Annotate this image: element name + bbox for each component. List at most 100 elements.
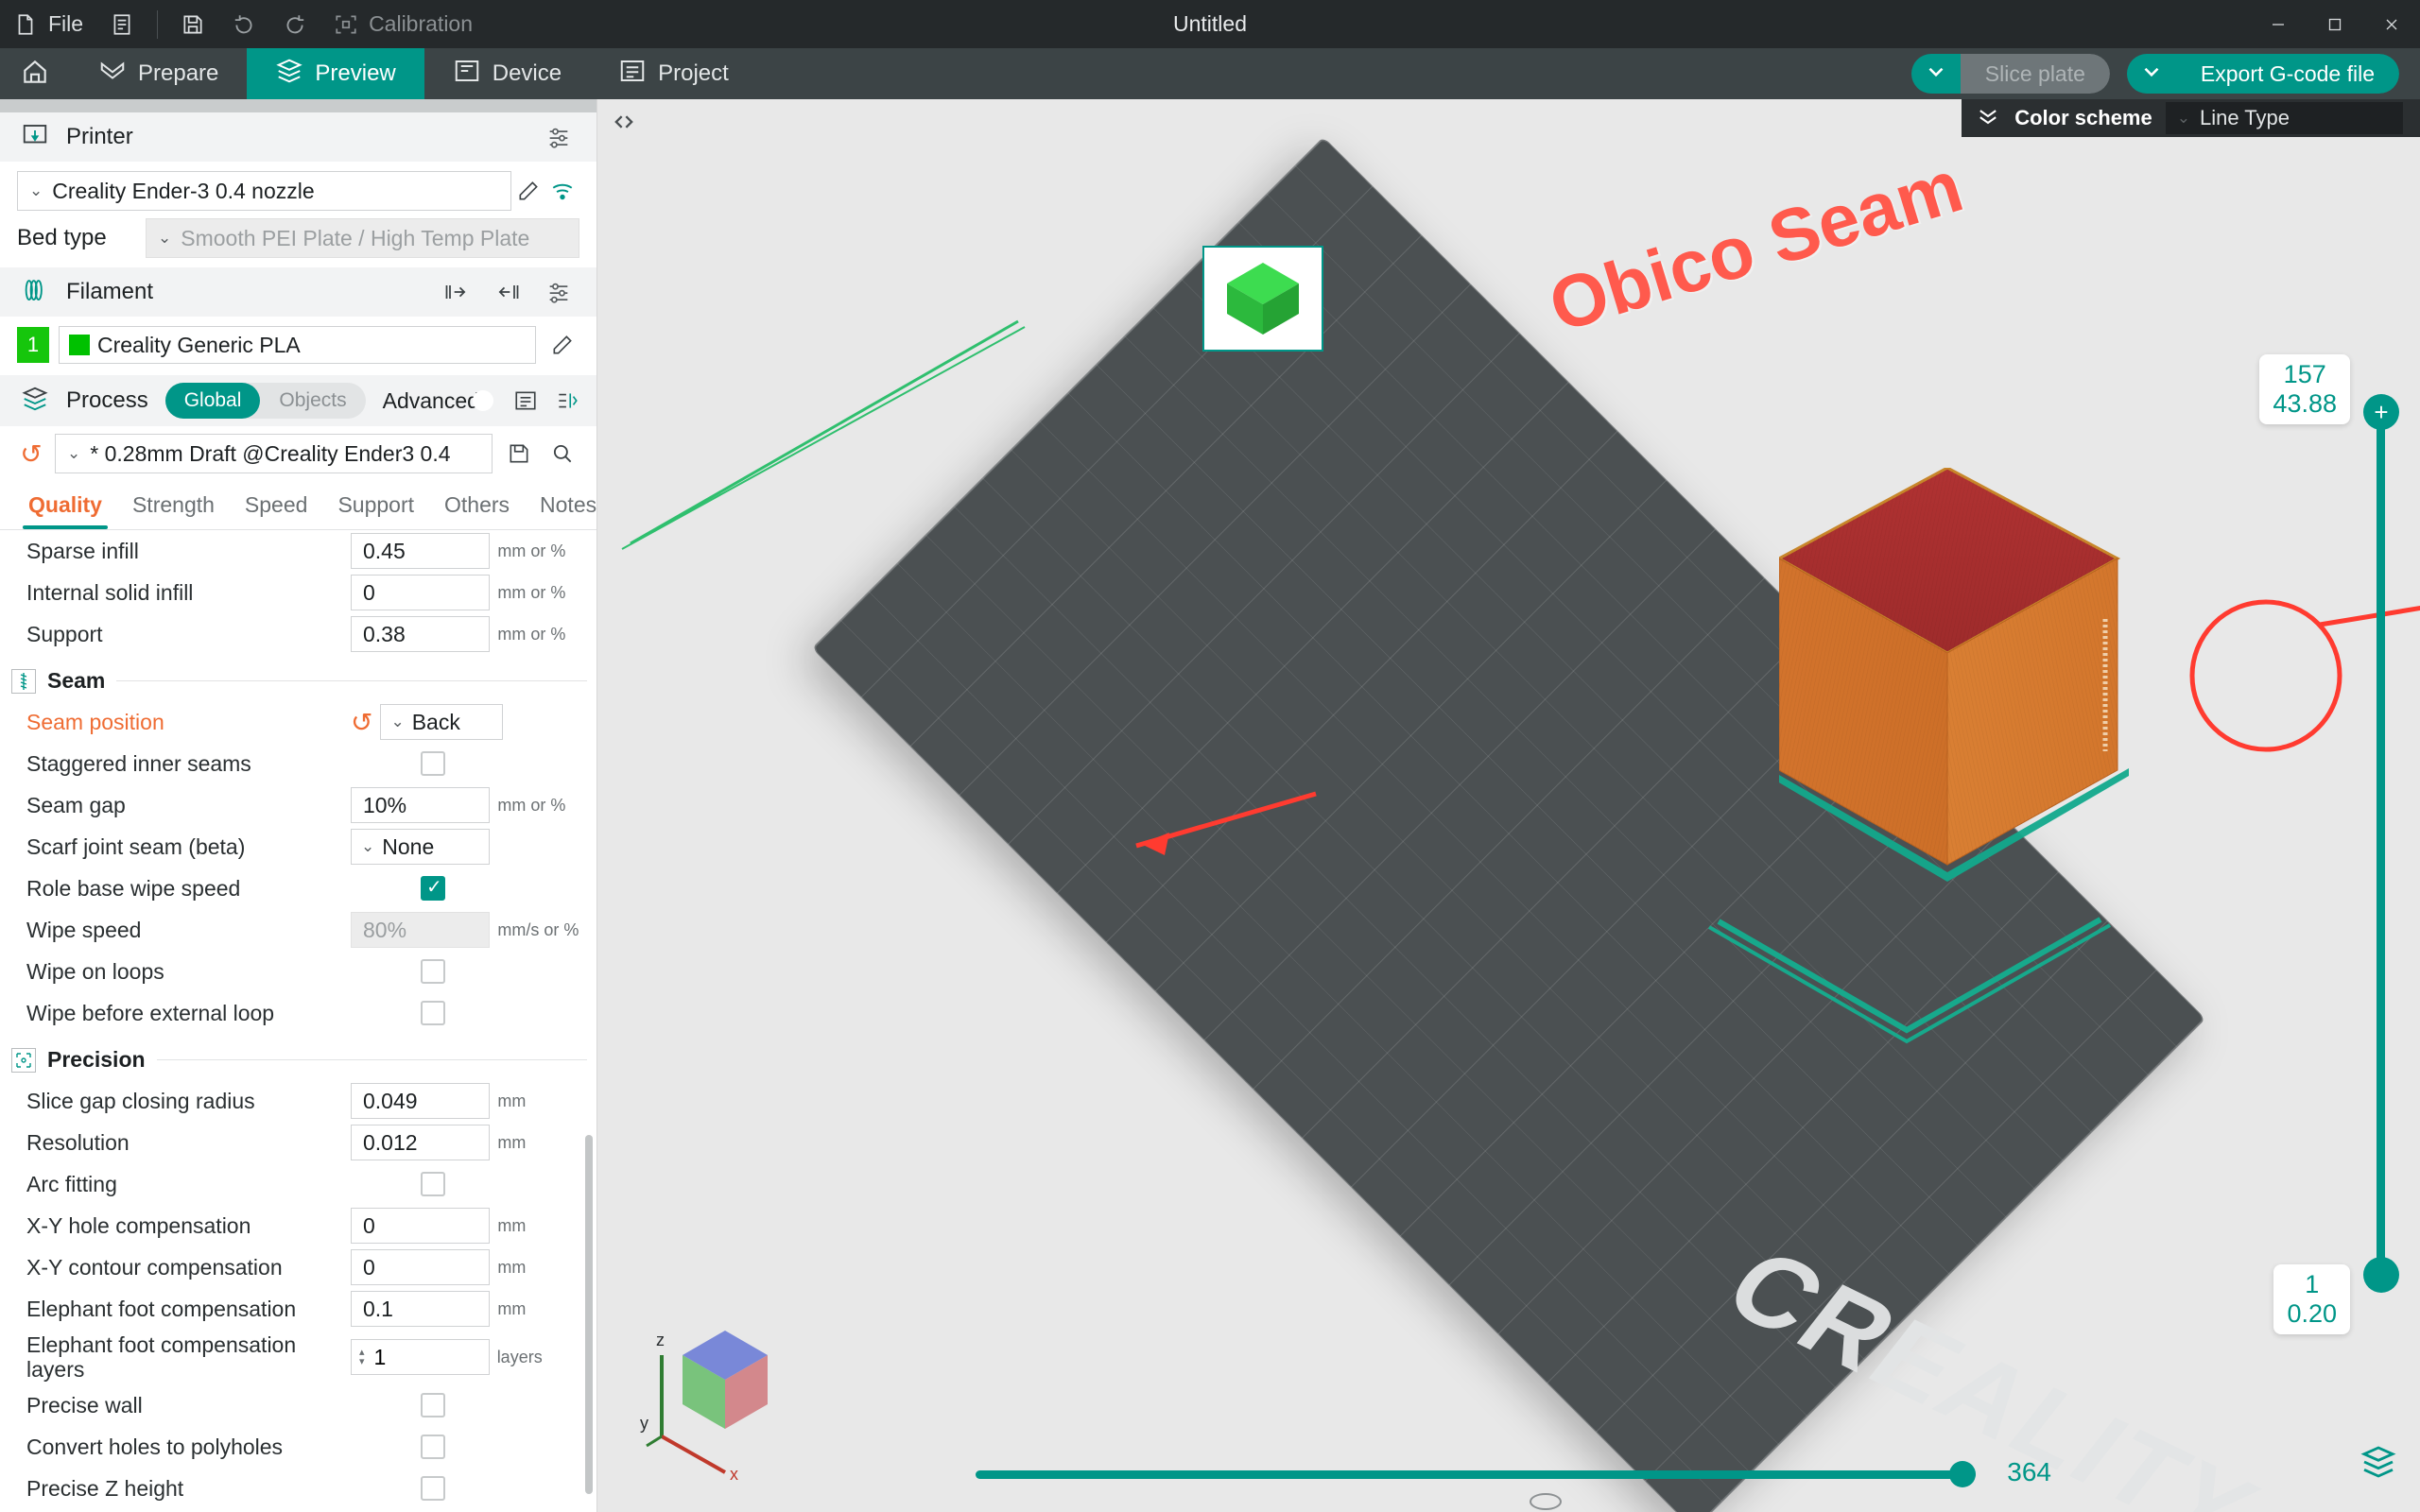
seam-position-select[interactable]: ⌄ Back (380, 704, 503, 740)
settings-tabs: Quality Strength Speed Support Others No… (0, 479, 596, 530)
group-precision: Precision (0, 1034, 596, 1080)
move-slider-handle[interactable] (1949, 1461, 1976, 1487)
role-base-wipe-speed-checkbox[interactable] (421, 875, 445, 901)
filament-index[interactable]: 1 (17, 327, 49, 363)
process-search-icon[interactable] (545, 437, 579, 471)
color-scheme-select[interactable]: ⌄ Line Type (2165, 102, 2403, 134)
printer-settings-icon[interactable] (542, 120, 576, 154)
file-menu-button[interactable]: File (0, 0, 96, 48)
save-button[interactable] (167, 0, 218, 48)
staggered-inner-seams-checkbox[interactable] (421, 751, 445, 776)
tab-device[interactable]: Device (424, 48, 590, 99)
minimize-button[interactable] (2250, 0, 2307, 48)
elephant-foot-compensation-input[interactable]: 0.1 (351, 1291, 491, 1327)
wipe-on-loops-checkbox[interactable] (421, 959, 445, 984)
slice-gap-closing-radius-input[interactable]: 0.049 (351, 1083, 491, 1119)
layer-slider-track[interactable] (2377, 411, 2385, 1276)
setting-support: Support 0.38 mm or % (0, 613, 596, 655)
precise-wall-checkbox[interactable] (421, 1393, 445, 1418)
bed-type-combo[interactable]: ⌄ Smooth PEI Plate / High Temp Plate (146, 218, 579, 258)
resolution-input[interactable]: 0.012 (351, 1125, 491, 1160)
filament-preset-combo[interactable]: Creality Generic PLA (59, 326, 536, 364)
elephant-foot-compensation-layers-stepper[interactable]: ▴ ▾ 1 (351, 1339, 490, 1375)
filament-settings-icon[interactable] (542, 275, 576, 309)
menu-button[interactable] (96, 0, 147, 48)
printer-preset-combo[interactable]: ⌄ Creality Ender-3 0.4 nozzle (17, 171, 511, 211)
arc-fitting-checkbox[interactable] (421, 1172, 445, 1196)
layer-slider-vertical[interactable]: + 157 43.88 1 0.20 (2259, 354, 2399, 1334)
export-gcode-button[interactable]: Export G-code file (2175, 54, 2399, 94)
sparse-infill-input[interactable]: 0.45 (351, 533, 491, 569)
precise-z-height-checkbox[interactable] (421, 1476, 445, 1501)
tab-quality[interactable]: Quality (13, 485, 117, 529)
redo-button[interactable] (269, 0, 320, 48)
filament-icon (21, 276, 49, 309)
title-bar: File Calibration Untitled (0, 0, 2420, 48)
wipe-speed-input[interactable]: 80% (351, 912, 491, 948)
process-compare-icon[interactable] (555, 384, 579, 418)
scarf-joint-seam-select[interactable]: ⌄ None (351, 829, 491, 865)
slice-plate-button[interactable]: Slice plate (1960, 54, 2110, 94)
wipe-before-external-loop-checkbox[interactable] (421, 1001, 445, 1025)
expand-collapse-button[interactable] (611, 109, 637, 141)
sliced-model-cube[interactable] (1779, 468, 2346, 997)
layer-slider-top-handle[interactable]: + (2363, 394, 2399, 430)
support-input[interactable]: 0.38 (351, 616, 491, 652)
layers-icon[interactable] (2360, 1443, 2397, 1489)
printer-edit-icon[interactable] (511, 174, 545, 208)
tab-preview[interactable]: Preview (247, 48, 424, 99)
settings-scrollbar[interactable] (585, 1135, 593, 1494)
move-slider-horizontal[interactable]: 364 (976, 1457, 2051, 1487)
process-reset-icon[interactable]: ↺ (17, 438, 45, 470)
bed-type-label: Bed type (17, 225, 107, 250)
tab-others[interactable]: Others (429, 485, 525, 529)
setting-label: Wipe on loops (26, 958, 164, 984)
undo-button[interactable] (218, 0, 269, 48)
home-button[interactable] (0, 48, 70, 99)
filament-unload-icon[interactable] (491, 275, 525, 309)
seam-gap-input[interactable]: 10% (351, 787, 491, 823)
process-scope-global[interactable]: Global (164, 383, 261, 419)
seam-position-reset-icon[interactable]: ↺ (351, 707, 372, 738)
move-slider-track[interactable] (976, 1470, 1976, 1479)
export-gcode-split-button[interactable]: Export G-code file (2126, 54, 2399, 94)
maximize-button[interactable] (2307, 0, 2363, 48)
filament-load-icon[interactable] (440, 275, 474, 309)
tab-project[interactable]: Project (590, 48, 757, 99)
process-scope-toggle[interactable]: Global Objects (164, 383, 366, 419)
export-gcode-dropdown-button[interactable] (2126, 54, 2176, 94)
process-preset-value: * 0.28mm Draft @Creality Ender3 0.4 (90, 440, 451, 466)
tab-prepare[interactable]: Prepare (70, 48, 247, 99)
xy-hole-compensation-input[interactable]: 0 (351, 1208, 491, 1244)
convert-holes-to-polyholes-checkbox[interactable] (421, 1435, 445, 1459)
chevron-double-down-icon[interactable] (1975, 103, 2001, 134)
slice-plate-split-button[interactable]: Slice plate (1910, 54, 2110, 94)
slice-plate-dropdown-button[interactable] (1910, 54, 1961, 94)
axis-gizmo[interactable]: z y x (635, 1304, 815, 1484)
setting-label: Elephant foot compensation (26, 1296, 297, 1321)
internal-solid-infill-input[interactable]: 0 (351, 575, 491, 610)
process-scope-objects[interactable]: Objects (260, 383, 365, 419)
calibration-button[interactable]: Calibration (320, 0, 486, 48)
printer-wifi-icon[interactable] (545, 174, 579, 208)
axis-label-y: y (640, 1414, 648, 1433)
printer-preset-value: Creality Ender-3 0.4 nozzle (52, 178, 315, 203)
setting-wipe-on-loops: Wipe on loops (0, 951, 596, 992)
tab-support[interactable]: Support (322, 485, 429, 529)
process-preset-combo[interactable]: ⌄ * 0.28mm Draft @Creality Ender3 0.4 (55, 434, 493, 473)
top-layer-number: 157 (2283, 360, 2326, 388)
xy-contour-compensation-input[interactable]: 0 (351, 1249, 491, 1285)
close-button[interactable] (2363, 0, 2420, 48)
seam-position-value: Back (411, 709, 460, 734)
settings-list: Sparse infill 0.45 mm or % Internal soli… (0, 530, 596, 1512)
process-list-icon[interactable] (513, 384, 538, 418)
3d-preview-viewport[interactable]: CREALITY Obico Seam Color scheme ⌄ Line … (597, 99, 2420, 1512)
process-save-icon[interactable] (502, 437, 536, 471)
stepper-arrows-icon[interactable]: ▴ ▾ (359, 1348, 365, 1367)
plate-thumbnail[interactable] (1202, 246, 1323, 352)
tab-speed[interactable]: Speed (230, 485, 323, 529)
tab-notes[interactable]: Notes (525, 485, 596, 529)
filament-edit-icon[interactable] (545, 328, 579, 362)
layer-slider-bottom-handle[interactable] (2363, 1257, 2399, 1293)
tab-strength[interactable]: Strength (117, 485, 230, 529)
